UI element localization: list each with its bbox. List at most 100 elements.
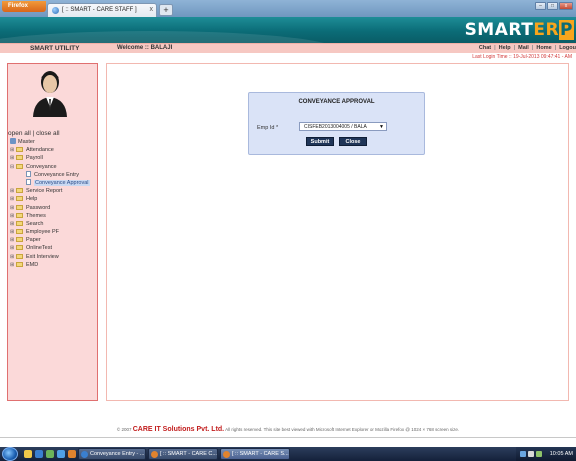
tree-item-label: Paper [26, 237, 41, 244]
tree-item-label: Attendance [26, 147, 54, 154]
minimize-button[interactable]: – [535, 2, 546, 10]
page-icon [26, 170, 31, 177]
close-button[interactable]: Close [339, 137, 367, 146]
desktop-quicklaunch-icon[interactable] [46, 450, 54, 458]
tree-item-help[interactable]: ⊞ Help [10, 195, 98, 203]
tree-item-label: Password [26, 204, 51, 211]
footer-divider [0, 437, 576, 438]
tree-item-attendance[interactable]: ⊞ Attendance [10, 146, 98, 154]
folder-icon [16, 147, 23, 153]
tab-close-icon[interactable]: x [150, 4, 154, 16]
tree-item-label: Exit Interview [26, 253, 59, 260]
window-close-button[interactable]: x [559, 2, 573, 10]
task-label: [ :: SMART - CARE S... [232, 451, 289, 457]
taskbar-item-smart-care-c[interactable]: [ :: SMART - CARE C... [148, 448, 218, 460]
nav-link-help[interactable]: Help [499, 45, 511, 51]
dropdown-arrow-icon[interactable]: ▼ [379, 123, 384, 130]
folder-open-icon [16, 163, 23, 169]
tree-item-master[interactable]: Master [10, 138, 98, 146]
folder-icon [16, 229, 23, 235]
master-icon [10, 138, 16, 144]
media-quicklaunch-icon[interactable] [57, 450, 65, 458]
last-login-time: Last Login Time :: 19-Jul-2013 09:47:41 … [472, 54, 572, 60]
tree-item-label: Conveyance [26, 163, 57, 170]
start-button-icon[interactable] [2, 447, 18, 461]
folder-icon [16, 188, 23, 194]
page-footer: © 2007 CARE IT Solutions Pvt. Ltd. All r… [0, 424, 576, 436]
tree-item-paper[interactable]: ⊞ Paper [10, 236, 98, 244]
tree-item-label: Conveyance Approval [34, 179, 90, 186]
tree-item-conveyance-approval[interactable]: Conveyance Approval [10, 178, 98, 187]
submit-button[interactable]: Submit [306, 137, 334, 146]
brand-r: R [545, 20, 560, 40]
emp-id-select[interactable]: CISFEB2013004005 / BALA ▼ [299, 122, 387, 131]
folder-icon [16, 204, 23, 210]
user-avatar-icon [33, 71, 67, 117]
folder-icon [16, 245, 23, 251]
tree-item-label: Master [18, 139, 35, 145]
tree-item-label: Payroll [26, 155, 43, 162]
folder-icon [16, 196, 23, 202]
tree-item-label: Help [26, 196, 38, 203]
tree-item-themes[interactable]: ⊞ Themes [10, 212, 98, 220]
nav-link-home[interactable]: Home [536, 45, 551, 51]
firefox-menu-button[interactable]: Firefox [2, 1, 46, 12]
tree-item-label: OnlineTest [26, 245, 52, 252]
tree-item-employee-pf[interactable]: ⊞ Employee PF [10, 228, 98, 236]
brand-smart: SMART [464, 20, 534, 40]
taskbar-item-conveyance[interactable]: Conveyance Entry - ... [78, 448, 146, 460]
new-tab-button[interactable]: + [159, 4, 173, 16]
nav-link-chat[interactable]: Chat [479, 45, 491, 51]
volume-icon[interactable] [528, 451, 534, 457]
brand-p: P [559, 20, 574, 40]
taskbar-item-smart-care-s[interactable]: [ :: SMART - CARE S... [220, 448, 290, 460]
header-wave-decoration [0, 31, 340, 43]
tree-item-conveyance-entry[interactable]: Conveyance Entry [10, 170, 98, 179]
footer-note: All rights reserved. This site best view… [225, 427, 460, 432]
task-label: [ :: SMART - CARE C... [160, 451, 217, 457]
folder-icon [16, 155, 23, 161]
task-label: Conveyance Entry - ... [90, 451, 145, 457]
nav-link-mail[interactable]: Mail [518, 45, 529, 51]
conveyance-approval-dialog: CONVEYANCE APPROVAL Emp Id * CISFEB20130… [248, 92, 425, 155]
tree-item-emd[interactable]: ⊞ EMD [10, 261, 98, 269]
tree-item-label: Themes [26, 212, 46, 219]
tree-item-payroll[interactable]: ⊞ Payroll [10, 154, 98, 162]
dialog-title: CONVEYANCE APPROVAL [298, 99, 375, 105]
os-taskbar: Conveyance Entry - ... [ :: SMART - CARE… [0, 447, 576, 461]
copyright-text: © 2007 [116, 427, 132, 432]
company-name: CARE IT Solutions Pvt. Ltd. [132, 426, 225, 433]
maximize-button[interactable]: □ [547, 2, 558, 10]
firefox-icon [223, 451, 230, 458]
tray-app-icon[interactable] [536, 451, 542, 457]
taskbar-clock[interactable]: 10:05 AM [550, 447, 573, 461]
tree-item-password[interactable]: ⊞ Password [10, 204, 98, 212]
tree-item-label: Service Report [26, 188, 63, 195]
firefox-icon [151, 451, 158, 458]
nav-separator: | [494, 45, 496, 51]
browser-tab[interactable]: [ :: SMART - CARE STAFF ] x [47, 3, 157, 17]
nav-link-logout[interactable]: Logou [559, 45, 576, 51]
tree-item-service-report[interactable]: ⊞ Service Report [10, 187, 98, 195]
top-nav-links: Chat | Help | Mail | Home | Logou [479, 44, 576, 53]
screen: Firefox [ :: SMART - CARE STAFF ] x + – … [0, 0, 576, 461]
tree-item-exit-interview[interactable]: ⊞ Exit Interview [10, 253, 98, 261]
open-close-all-toggle[interactable]: open all | close all [8, 130, 60, 137]
tree-item-search[interactable]: ⊞ Search [10, 220, 98, 228]
folder-icon [16, 261, 23, 267]
nav-strip: SMART UTILITY Welcome :: BALAJI Chat | Hel… [0, 43, 576, 53]
brand-e: E [533, 20, 546, 40]
smart-utility-title: SMART UTILITY [30, 45, 80, 52]
tree-item-conveyance[interactable]: ⊟ Conveyance [10, 163, 98, 171]
page-icon [26, 178, 31, 185]
tree-item-label: Search [26, 220, 44, 227]
folder-icon [16, 237, 23, 243]
ie-quicklaunch-icon[interactable] [35, 450, 43, 458]
folder-icon [16, 220, 23, 226]
tree-item-label: Employee PF [26, 229, 60, 236]
sidebar: open all | close all Master ⊞ Attendance … [7, 63, 98, 401]
network-icon[interactable] [520, 451, 526, 457]
tree-item-onlinetest[interactable]: ⊞ OnlineTest [10, 244, 98, 252]
folder-quicklaunch-icon[interactable] [24, 450, 32, 458]
app-quicklaunch-icon[interactable] [68, 450, 76, 458]
